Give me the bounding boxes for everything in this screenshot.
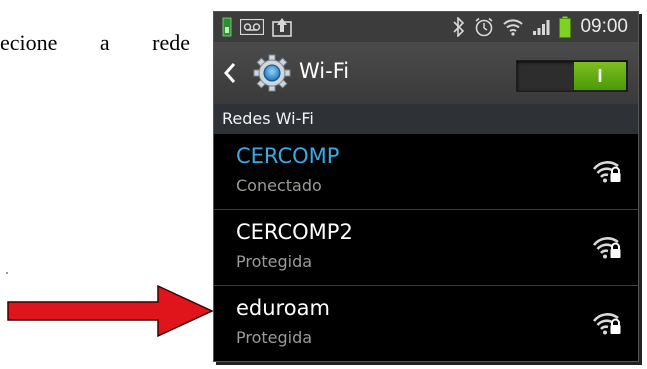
wifi-lock-icon bbox=[592, 237, 621, 259]
action-bar: Wi-Fi I bbox=[214, 42, 638, 105]
upload-icon bbox=[272, 18, 292, 37]
wifi-lock-icon bbox=[592, 161, 621, 183]
alarm-icon bbox=[475, 17, 493, 37]
sim-icon bbox=[222, 17, 232, 37]
network-status: Protegida bbox=[236, 252, 313, 271]
page-title: Wi-Fi bbox=[299, 59, 350, 83]
status-bar: 09:00 bbox=[214, 12, 638, 42]
network-name: CERCOMP2 bbox=[236, 220, 353, 244]
wifi-toggle[interactable]: I bbox=[516, 60, 628, 92]
signal-icon bbox=[533, 20, 550, 35]
status-time: 09:00 bbox=[580, 16, 628, 37]
wifi-lock-icon bbox=[592, 313, 621, 335]
network-list: CERCOMP Conectado CERCOMP2 Protegida edu… bbox=[214, 134, 638, 361]
back-chevron-icon[interactable] bbox=[222, 61, 238, 85]
document-stray-mark bbox=[6, 272, 8, 274]
wifi-toggle-knob[interactable]: I bbox=[574, 62, 626, 90]
wifi-icon bbox=[503, 19, 524, 36]
voicemail-icon bbox=[240, 19, 264, 35]
network-status: Protegida bbox=[236, 328, 313, 347]
list-item[interactable]: CERCOMP Conectado bbox=[214, 134, 638, 210]
settings-gear-icon[interactable] bbox=[252, 53, 292, 93]
list-item[interactable]: CERCOMP2 Protegida bbox=[214, 210, 638, 286]
bluetooth-icon bbox=[453, 17, 465, 37]
network-name: CERCOMP bbox=[236, 144, 340, 168]
list-item[interactable]: eduroam Protegida bbox=[214, 286, 638, 361]
phone-screen: 09:00 Wi-Fi I Redes Wi-Fi CERCOMP Conect… bbox=[213, 11, 639, 362]
document-paragraph: ecione a rede bbox=[0, 30, 190, 55]
annotation-arrow bbox=[7, 284, 214, 338]
battery-icon bbox=[559, 16, 572, 38]
network-name: eduroam bbox=[236, 296, 330, 320]
section-header: Redes Wi-Fi bbox=[214, 104, 638, 134]
network-status: Conectado bbox=[236, 176, 322, 195]
